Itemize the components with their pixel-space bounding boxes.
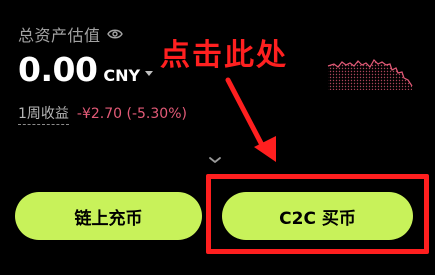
- annotation-text: 点击此处: [160, 38, 288, 73]
- asset-label-row: 总资产估值: [18, 22, 123, 46]
- chevron-down-icon[interactable]: [207, 154, 223, 166]
- balance-row: 0.00 CNY: [18, 50, 154, 100]
- currency-code: CNY: [103, 66, 141, 85]
- c2c-buy-button[interactable]: C2C 买币: [222, 192, 413, 240]
- weekly-pnl-label[interactable]: 1周收益: [18, 103, 69, 125]
- weekly-pnl-row: 1周收益 -¥2.70 (-5.30%): [18, 103, 187, 125]
- onchain-deposit-button[interactable]: 链上充币: [15, 192, 202, 240]
- total-asset-value: 0.00: [18, 50, 98, 89]
- weekly-pnl-value: -¥2.70 (-5.30%): [76, 106, 187, 122]
- eye-icon[interactable]: [106, 28, 123, 40]
- currency-selector[interactable]: CNY: [103, 66, 154, 85]
- total-asset-label: 总资产估值: [18, 26, 101, 45]
- caret-down-icon: [145, 71, 154, 76]
- sparkline-chart: [327, 59, 413, 90]
